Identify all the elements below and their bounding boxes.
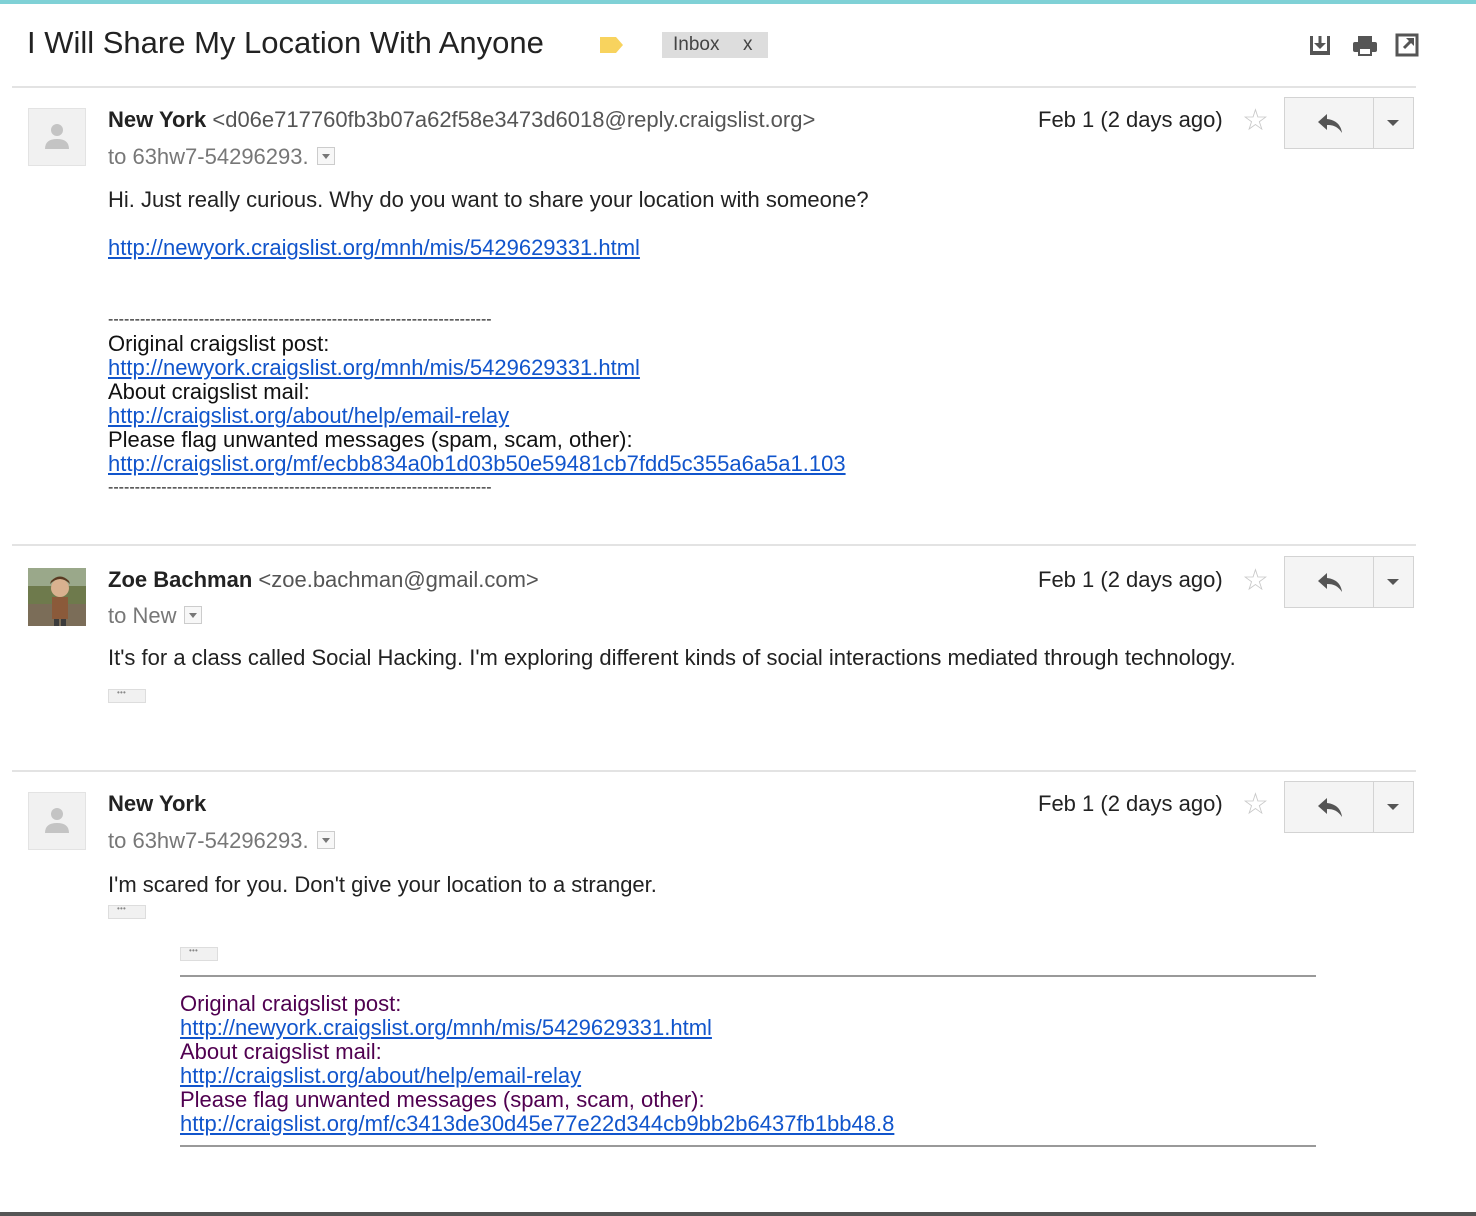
message-3: New York to 63hw7-54296293. Feb 1 (2 day… bbox=[0, 772, 1476, 1212]
sender-email: <d06e717760fb3b07a62f58e3473d6018@reply.… bbox=[212, 107, 816, 132]
reply-arrow-icon bbox=[1318, 798, 1342, 817]
reply-arrow-icon bbox=[1318, 114, 1342, 133]
inbox-label-chip[interactable]: Inbox x bbox=[662, 32, 768, 58]
print-icon[interactable] bbox=[1352, 33, 1378, 57]
reply-button-group bbox=[1284, 97, 1414, 149]
show-trimmed-content-button[interactable] bbox=[108, 904, 146, 919]
flag-label: Please flag unwanted messages (spam, sca… bbox=[108, 427, 633, 452]
about-mail-link[interactable]: http://craigslist.org/about/help/email-r… bbox=[180, 1063, 581, 1088]
more-options-button[interactable] bbox=[1374, 782, 1413, 832]
quote-separator-top bbox=[180, 975, 1316, 977]
window-bottom-edge bbox=[0, 1212, 1476, 1216]
show-quoted-text-button[interactable] bbox=[180, 946, 218, 961]
sender-email: <zoe.bachman@gmail.com> bbox=[258, 567, 539, 592]
about-mail-label: About craigslist mail: bbox=[180, 1039, 382, 1064]
message-2: Zoe Bachman <zoe.bachman@gmail.com> to N… bbox=[0, 546, 1476, 770]
default-avatar-icon bbox=[45, 124, 69, 149]
reply-button[interactable] bbox=[1285, 98, 1374, 148]
reply-button-group bbox=[1284, 781, 1414, 833]
footer-separator-top: ----------------------------------------… bbox=[108, 311, 492, 328]
original-post-label: Original craigslist post: bbox=[108, 331, 330, 356]
original-post-link[interactable]: http://newyork.craigslist.org/mnh/mis/54… bbox=[108, 355, 640, 380]
flag-link[interactable]: http://craigslist.org/mf/c3413de30d45e77… bbox=[180, 1111, 894, 1136]
recipient-line: to New bbox=[108, 603, 203, 629]
craigslist-footer: ----------------------------------------… bbox=[108, 308, 846, 500]
star-icon[interactable]: ☆ bbox=[1242, 566, 1269, 596]
message-link-line: http://newyork.craigslist.org/mnh/mis/54… bbox=[108, 235, 640, 261]
about-mail-label: About craigslist mail: bbox=[108, 379, 310, 404]
reply-arrow-icon bbox=[1318, 573, 1342, 592]
show-details-chevron-icon[interactable] bbox=[316, 831, 335, 850]
message-date: Feb 1 (2 days ago) bbox=[1038, 107, 1223, 132]
new-window-icon[interactable] bbox=[1395, 33, 1419, 57]
reply-button[interactable] bbox=[1285, 782, 1374, 832]
remove-label-button[interactable]: x bbox=[743, 34, 753, 56]
sender-name[interactable]: New York bbox=[108, 107, 206, 132]
message-date: Feb 1 (2 days ago) bbox=[1038, 791, 1223, 816]
reply-button[interactable] bbox=[1285, 557, 1374, 607]
message-1: New York <d06e717760fb3b07a62f58e3473d60… bbox=[0, 88, 1476, 543]
sender-photo bbox=[28, 568, 86, 626]
sender-line: Zoe Bachman <zoe.bachman@gmail.com> bbox=[108, 567, 539, 593]
inbox-label-text: Inbox bbox=[673, 34, 720, 55]
sender-line: New York <d06e717760fb3b07a62f58e3473d60… bbox=[108, 107, 815, 133]
message-body: Hi. Just really curious. Why do you want… bbox=[108, 187, 869, 212]
more-options-button[interactable] bbox=[1374, 98, 1413, 148]
about-mail-link[interactable]: http://craigslist.org/about/help/email-r… bbox=[108, 403, 509, 428]
download-icon[interactable] bbox=[1308, 33, 1332, 57]
message-body: I'm scared for you. Don't give your loca… bbox=[108, 872, 657, 897]
thread-subject: I Will Share My Location With Anyone bbox=[27, 25, 544, 60]
quoted-craigslist-footer: Original craigslist post: http://newyork… bbox=[180, 992, 894, 1136]
flag-label: Please flag unwanted messages (spam, sca… bbox=[180, 1087, 705, 1112]
sender-name[interactable]: Zoe Bachman bbox=[108, 567, 252, 592]
more-options-button[interactable] bbox=[1374, 557, 1413, 607]
post-link[interactable]: http://newyork.craigslist.org/mnh/mis/54… bbox=[108, 235, 640, 260]
footer-separator-bottom: ----------------------------------------… bbox=[108, 479, 492, 496]
message-body: It's for a class called Social Hacking. … bbox=[108, 645, 1236, 670]
flag-link[interactable]: http://craigslist.org/mf/ecbb834a0b1d03b… bbox=[108, 451, 846, 476]
star-icon[interactable]: ☆ bbox=[1242, 106, 1269, 136]
quote-separator-bottom bbox=[180, 1145, 1316, 1147]
show-details-chevron-icon[interactable] bbox=[316, 147, 335, 166]
recipient-text: to New bbox=[108, 603, 177, 628]
sender-line: New York bbox=[108, 791, 206, 817]
avatar bbox=[28, 792, 86, 850]
recipient-text: to 63hw7-54296293. bbox=[108, 144, 309, 169]
original-post-link[interactable]: http://newyork.craigslist.org/mnh/mis/54… bbox=[180, 1015, 712, 1040]
star-icon[interactable]: ☆ bbox=[1242, 790, 1269, 820]
avatar bbox=[28, 108, 86, 166]
message-date: Feb 1 (2 days ago) bbox=[1038, 567, 1223, 592]
default-avatar-icon bbox=[45, 808, 69, 833]
thread-header: I Will Share My Location With Anyone Inb… bbox=[0, 0, 1476, 86]
recipient-line: to 63hw7-54296293. bbox=[108, 144, 335, 170]
original-post-label: Original craigslist post: bbox=[180, 991, 402, 1016]
show-details-chevron-icon[interactable] bbox=[184, 606, 203, 625]
avatar bbox=[28, 568, 86, 626]
sender-name[interactable]: New York bbox=[108, 791, 206, 816]
recipient-line: to 63hw7-54296293. bbox=[108, 828, 335, 854]
label-tag-icon[interactable] bbox=[598, 36, 624, 54]
recipient-text: to 63hw7-54296293. bbox=[108, 828, 309, 853]
reply-button-group bbox=[1284, 556, 1414, 608]
show-trimmed-content-button[interactable] bbox=[108, 688, 146, 703]
